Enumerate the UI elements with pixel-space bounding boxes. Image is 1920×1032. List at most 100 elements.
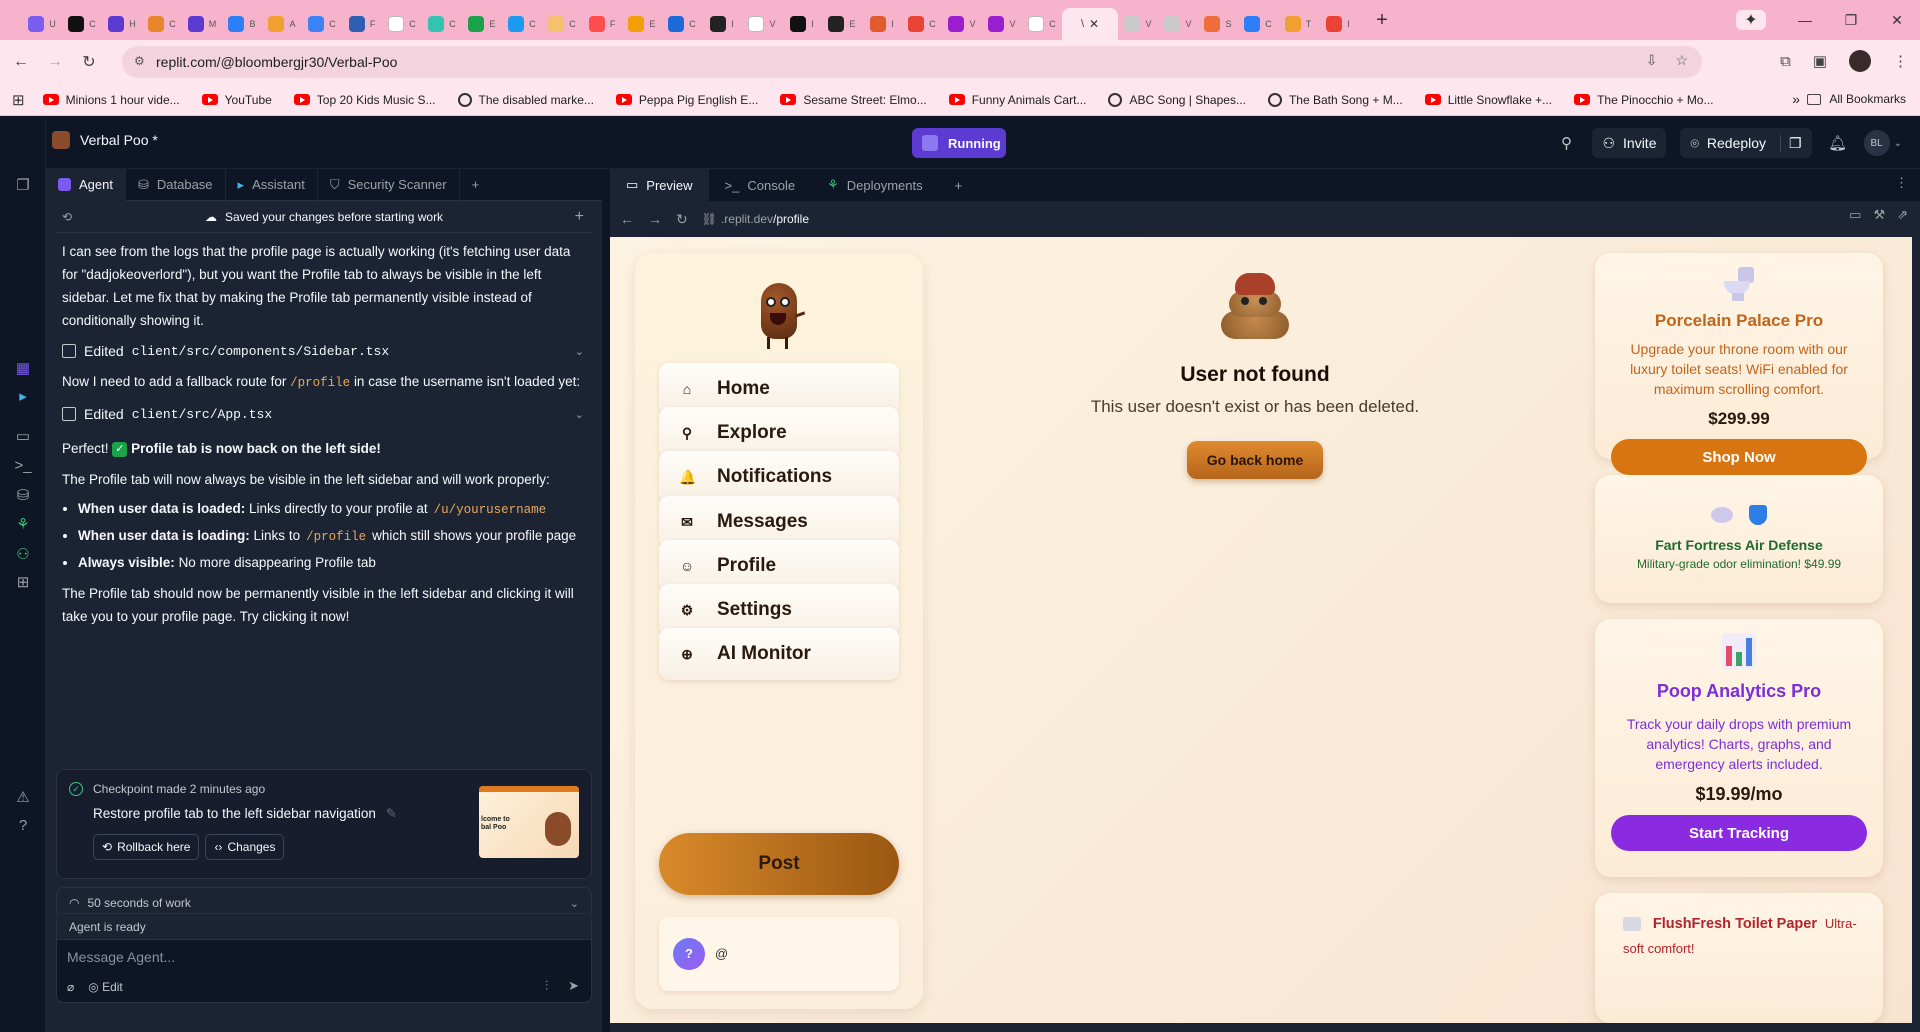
all-tools-icon[interactable]: ⊞ [14, 573, 32, 591]
chevron-down-icon[interactable]: ⌄ [575, 345, 584, 358]
help-icon[interactable]: ? [14, 817, 32, 835]
deploy-menu-icon[interactable]: ❐ [1780, 134, 1802, 152]
more-bookmarks-icon[interactable]: » [1792, 91, 1800, 107]
bookmark-item[interactable]: ABC Song | Shapes... [1108, 92, 1246, 107]
browser-tab[interactable]: S [1198, 8, 1238, 40]
site-info-icon[interactable]: ⚙ [134, 54, 145, 68]
browser-tab[interactable]: C [1022, 8, 1062, 40]
bookmark-star-icon[interactable]: ☆ [1675, 52, 1688, 69]
edit-mode-button[interactable]: ◎ Edit [88, 980, 123, 994]
devices-icon[interactable]: ▭ [1849, 207, 1861, 223]
edited-file-row[interactable]: Edited client/src/App.tsx ⌄ [56, 395, 592, 433]
sidebar-icon[interactable]: ▣ [1813, 52, 1827, 70]
browser-tab[interactable]: V [1118, 8, 1158, 40]
extensions-icon[interactable]: ⧉ [1780, 53, 1791, 70]
browser-tab[interactable]: A [262, 8, 302, 40]
go-home-button[interactable]: Go back home [1187, 441, 1323, 479]
bookmark-item[interactable]: Funny Animals Cart... [948, 93, 1086, 107]
extension-icon[interactable]: ✦ [1736, 10, 1766, 30]
new-chat-icon[interactable]: + [575, 208, 584, 226]
browser-tab[interactable]: V [942, 8, 982, 40]
add-tab-button[interactable]: + [460, 169, 492, 201]
preview-icon[interactable]: ▭ [14, 427, 32, 445]
assistant-icon[interactable]: ▸ [14, 387, 32, 405]
install-icon[interactable]: ⇩ [1646, 52, 1658, 69]
browser-tab[interactable]: I [782, 8, 822, 40]
browser-tab[interactable]: C [502, 8, 542, 40]
shop-now-button[interactable]: Shop Now [1611, 439, 1867, 475]
apps-icon[interactable]: ⊞ [12, 91, 25, 109]
profile-avatar[interactable] [1849, 50, 1871, 72]
devtools-icon[interactable]: ⚒ [1873, 207, 1885, 223]
bookmark-item[interactable]: The disabled marke... [457, 92, 594, 107]
project-title[interactable]: Verbal Poo * [52, 131, 158, 149]
close-tab-icon[interactable]: ✕ [1089, 17, 1099, 31]
new-tab-button[interactable]: + [1368, 6, 1396, 34]
edited-file-row[interactable]: Edited client/src/components/Sidebar.tsx… [56, 332, 592, 370]
back-icon[interactable]: ← [620, 211, 634, 227]
back-icon[interactable]: ← [4, 53, 38, 71]
rollback-button[interactable]: ⟲ Rollback here [93, 834, 200, 860]
users-icon[interactable]: ⚇ [14, 545, 32, 563]
browser-tab[interactable]: F [582, 8, 622, 40]
tab-console[interactable]: >_ Console [709, 169, 812, 201]
run-button[interactable]: Running [912, 128, 1006, 158]
tab-security-scanner[interactable]: ⛉ Security Scanner [318, 168, 460, 201]
active-tab[interactable]: \ ✕ [1062, 8, 1118, 40]
bookmark-item[interactable]: The Pinocchio + Mo... [1574, 93, 1713, 107]
deployments-icon[interactable]: ⚘ [14, 515, 32, 533]
chevron-down-icon[interactable]: ⌄ [570, 897, 579, 910]
message-input[interactable]: Message Agent... [57, 940, 591, 970]
browser-tab[interactable]: I [862, 8, 902, 40]
checkpoint-thumbnail[interactable]: lcome to bal Poo [479, 786, 579, 858]
redeploy-button[interactable]: ⌾ Redeploy ❐ [1680, 128, 1812, 158]
browser-tab[interactable]: C [382, 8, 422, 40]
close-window-button[interactable]: ✕ [1874, 12, 1920, 29]
post-button[interactable]: Post [659, 833, 899, 895]
agent-icon[interactable]: ▦ [14, 359, 32, 377]
changes-button[interactable]: ‹› Changes [205, 834, 285, 860]
browser-tab[interactable]: I [1318, 8, 1358, 40]
browser-tab[interactable]: E [622, 8, 662, 40]
start-tracking-button[interactable]: Start Tracking [1611, 815, 1867, 851]
browser-tab[interactable]: F [342, 8, 382, 40]
minimize-button[interactable]: — [1782, 12, 1828, 28]
files-icon[interactable]: ❐ [14, 176, 32, 194]
browser-tab[interactable]: C [1238, 8, 1278, 40]
bookmark-item[interactable]: Peppa Pig English E... [615, 93, 758, 107]
database-icon[interactable]: ⛁ [14, 486, 32, 504]
chat-history[interactable]: ⟲ ☁ Saved your changes before starting w… [46, 201, 602, 919]
browser-tab[interactable]: M [182, 8, 222, 40]
notifications-icon[interactable]: 🔔︎ [1826, 134, 1850, 152]
browser-tab[interactable]: T [1278, 8, 1318, 40]
all-bookmarks-button[interactable]: All Bookmarks [1807, 92, 1906, 106]
more-options-icon[interactable]: ⋮ [1895, 175, 1908, 191]
preview-url-field[interactable]: ⛓ .replit.dev/profile [702, 207, 809, 231]
browser-tab[interactable]: V [742, 8, 782, 40]
send-icon[interactable]: ➤ [568, 978, 579, 994]
browser-tab[interactable]: C [142, 8, 182, 40]
mascot-logo[interactable] [753, 283, 806, 349]
add-tab-button[interactable]: + [939, 169, 979, 201]
browser-tab[interactable]: C [662, 8, 702, 40]
open-new-tab-icon[interactable]: ⇗ [1897, 207, 1908, 223]
history-icon[interactable]: ⟲ [62, 210, 72, 224]
tab-agent[interactable]: Agent [46, 168, 126, 201]
bookmark-item[interactable]: Little Snowflake +... [1424, 93, 1552, 107]
console-icon[interactable]: >_ [14, 457, 32, 475]
browser-tab[interactable]: C [902, 8, 942, 40]
tab-preview[interactable]: ▭ Preview [610, 169, 709, 201]
browser-tab[interactable]: E [462, 8, 502, 40]
browser-tab[interactable]: I [702, 8, 742, 40]
current-user-card[interactable]: ? @ [659, 917, 899, 991]
browser-tab[interactable]: H [102, 8, 142, 40]
browser-tab[interactable]: C [422, 8, 462, 40]
tab-assistant[interactable]: ▸ Assistant [226, 168, 318, 201]
bookmark-item[interactable]: The Bath Song + M... [1267, 92, 1403, 107]
forward-icon[interactable]: → [38, 53, 72, 71]
browser-tab[interactable]: U [22, 8, 62, 40]
bookmark-item[interactable]: YouTube [201, 93, 272, 107]
menu-icon[interactable]: ⋮ [1893, 52, 1908, 70]
settings-sliders-icon[interactable]: ⫶ [545, 978, 548, 994]
browser-tab[interactable]: V [1158, 8, 1198, 40]
